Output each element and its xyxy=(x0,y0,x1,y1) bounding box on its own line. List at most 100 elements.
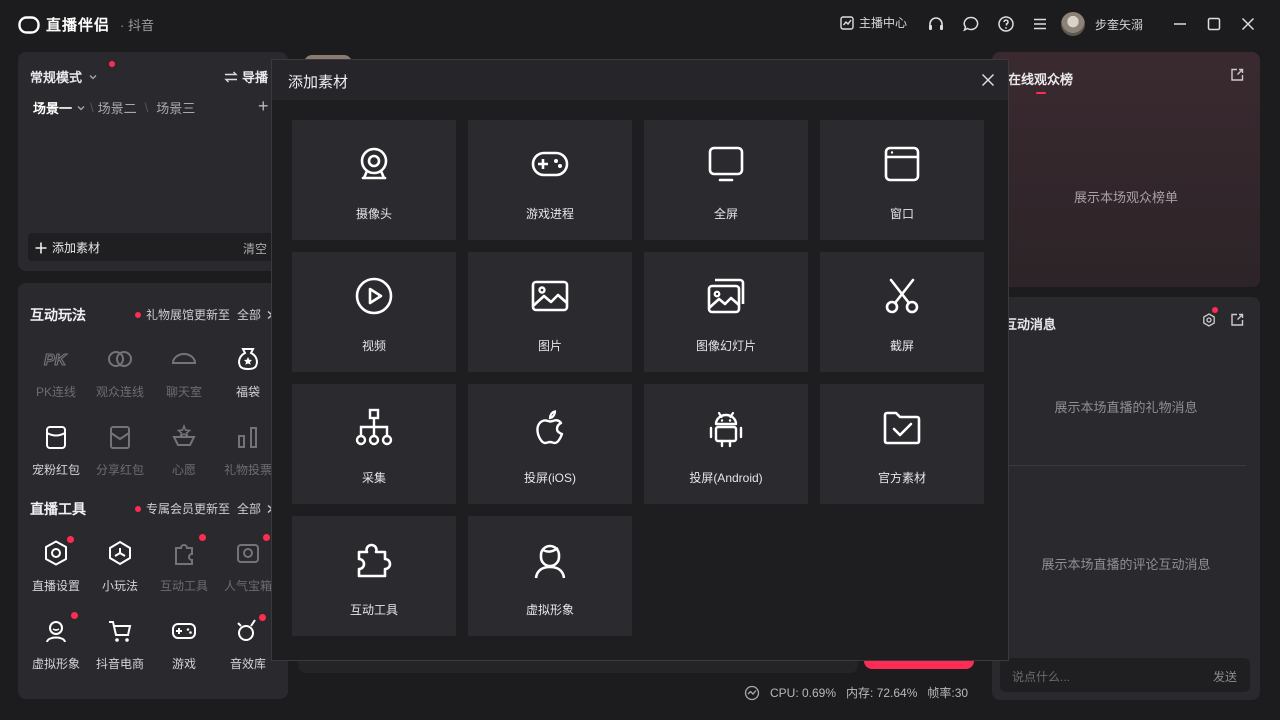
app-logo: 直播伴侣 · 抖音 xyxy=(18,14,154,35)
memory-usage: 内存: 72.64% xyxy=(846,686,918,700)
chevron-down-icon[interactable] xyxy=(76,103,86,113)
tile-fullscreen[interactable]: 全屏 xyxy=(644,120,808,240)
item-label: 音效库 xyxy=(229,657,266,671)
mini-game-icon xyxy=(106,539,134,567)
tile-slideshow[interactable]: 图像幻灯片 xyxy=(644,252,808,372)
menu-icon[interactable] xyxy=(1030,14,1050,34)
tile-label: 采集 xyxy=(361,471,386,485)
settings-icon[interactable] xyxy=(1202,313,1216,327)
chat-input[interactable]: 说点什么... 发送 xyxy=(1000,658,1250,692)
live-settings-icon xyxy=(42,536,74,567)
tile-label: 摄像头 xyxy=(355,207,392,221)
puzzle-icon xyxy=(170,539,198,567)
notify-dot xyxy=(263,534,270,541)
scene-panel: 常规模式 导播 场景一 \ 场景二 \ 场景三 + 添加素材 清空 xyxy=(18,52,288,271)
divider xyxy=(1000,465,1246,466)
tab-scene-2[interactable]: 场景二 xyxy=(98,98,137,117)
interactive-update-tip[interactable]: 礼物展馆更新至 全部 xyxy=(135,306,274,323)
logo-icon xyxy=(18,15,40,34)
update-tip-text: 礼物展馆更新至 xyxy=(146,308,231,322)
tile-ios-cast[interactable]: 投屏(iOS) xyxy=(468,384,632,504)
audience-link-button[interactable]: 观众连线 xyxy=(88,343,152,403)
official-material-icon xyxy=(882,408,922,448)
svg-text:PK: PK xyxy=(44,352,68,369)
avatar-button[interactable]: 虚拟形象 xyxy=(24,612,88,675)
wish-icon xyxy=(170,423,198,451)
game-button[interactable]: 游戏 xyxy=(152,615,216,675)
interactive-title: 互动玩法 xyxy=(30,307,86,323)
scene-tabs: 场景一 \ 场景二 \ 场景三 xyxy=(33,98,195,117)
item-label: 游戏 xyxy=(171,657,196,671)
wish-button[interactable]: 心愿 xyxy=(152,421,216,481)
tab-indicator xyxy=(1036,92,1046,94)
item-label: 小玩法 xyxy=(101,579,138,593)
item-label: 聊天室 xyxy=(165,385,202,399)
add-scene-icon[interactable]: + xyxy=(258,96,269,117)
mode-select[interactable]: 常规模式 xyxy=(30,67,98,86)
notify-dot xyxy=(71,612,78,619)
clear-button[interactable]: 清空 xyxy=(243,240,267,257)
virtual-avatar-icon xyxy=(530,540,570,580)
tile-official-material[interactable]: 官方素材 xyxy=(820,384,984,504)
minimize-icon[interactable] xyxy=(1170,14,1190,34)
item-label: 礼物投票 xyxy=(223,463,272,477)
pk-button[interactable]: PK PK连线 xyxy=(24,343,88,403)
interactive-tools-button[interactable]: 互动工具 xyxy=(152,534,216,597)
notify-dot xyxy=(259,614,266,621)
tile-capture[interactable]: 采集 xyxy=(292,384,456,504)
update-tip-text: 专属会员更新至 xyxy=(146,502,231,516)
popout-icon[interactable] xyxy=(1230,68,1244,82)
ecommerce-button[interactable]: 抖音电商 xyxy=(88,615,152,675)
tile-label: 投屏(Android) xyxy=(689,471,763,485)
app-brand: 直播伴侣 xyxy=(46,17,111,34)
tile-screenshot[interactable]: 截屏 xyxy=(820,252,984,372)
close-window-icon[interactable] xyxy=(1238,14,1258,34)
notify-dot xyxy=(67,536,74,543)
live-settings-button[interactable]: 直播设置 xyxy=(24,536,88,597)
send-button[interactable]: 发送 xyxy=(1213,668,1237,685)
tile-window[interactable]: 窗口 xyxy=(820,120,984,240)
tile-game-process[interactable]: 游戏进程 xyxy=(468,120,632,240)
sound-library-icon xyxy=(234,614,266,645)
tile-android-cast[interactable]: 投屏(Android) xyxy=(644,384,808,504)
tab-separator: \ xyxy=(144,100,149,115)
headset-icon[interactable] xyxy=(926,14,946,34)
live-tools-update-tip[interactable]: 专属会员更新至 全部 xyxy=(135,500,274,517)
message-title: 互动消息 xyxy=(1004,317,1057,332)
guide-button[interactable]: 导播 xyxy=(224,67,268,86)
popout-icon[interactable] xyxy=(1230,313,1244,327)
mode-badge xyxy=(109,61,115,67)
audience-rank-panel: 在线观众榜 展示本场观众榜单 xyxy=(992,52,1260,287)
all-link: 全部 xyxy=(237,502,262,516)
image-icon xyxy=(530,276,570,316)
share-redpacket-button[interactable]: 分享红包 xyxy=(88,421,152,481)
source-toolbar: 添加素材 清空 xyxy=(28,233,280,261)
message-icon[interactable] xyxy=(961,14,981,34)
video-icon xyxy=(354,276,394,316)
mini-game-button[interactable]: 小玩法 xyxy=(88,537,152,597)
tile-virtual-avatar[interactable]: 虚拟形象 xyxy=(468,516,632,636)
interactive-message-panel: 互动消息 展示本场直播的礼物消息 展示本场直播的评论互动消息 xyxy=(992,297,1260,700)
tile-label: 游戏进程 xyxy=(525,207,574,221)
help-icon[interactable] xyxy=(996,14,1016,34)
tab-scene-1[interactable]: 场景一 xyxy=(33,98,72,117)
item-label: 心愿 xyxy=(171,463,196,477)
chatroom-button[interactable]: 聊天室 xyxy=(152,343,216,403)
tile-video[interactable]: 视频 xyxy=(292,252,456,372)
interactive-tool-icon xyxy=(354,540,394,580)
item-label: 人气宝箱 xyxy=(223,579,272,593)
close-icon[interactable] xyxy=(978,70,998,90)
user-profile[interactable]: 步奎矢溺 xyxy=(1061,12,1143,36)
fan-redpacket-button[interactable]: 宠粉红包 xyxy=(24,421,88,481)
anchor-center-link[interactable]: 主播中心 xyxy=(840,14,907,31)
app-platform: · 抖音 xyxy=(120,18,154,33)
tab-scene-3[interactable]: 场景三 xyxy=(156,98,195,117)
performance-icon xyxy=(744,685,760,701)
tile-image[interactable]: 图片 xyxy=(468,252,632,372)
add-source-button[interactable]: 添加素材 xyxy=(35,239,100,256)
rank-title: 在线观众榜 xyxy=(1008,72,1074,87)
lucky-bag-icon xyxy=(234,345,262,373)
tile-camera[interactable]: 摄像头 xyxy=(292,120,456,240)
maximize-icon[interactable] xyxy=(1204,14,1224,34)
tile-interactive-tool[interactable]: 互动工具 xyxy=(292,516,456,636)
